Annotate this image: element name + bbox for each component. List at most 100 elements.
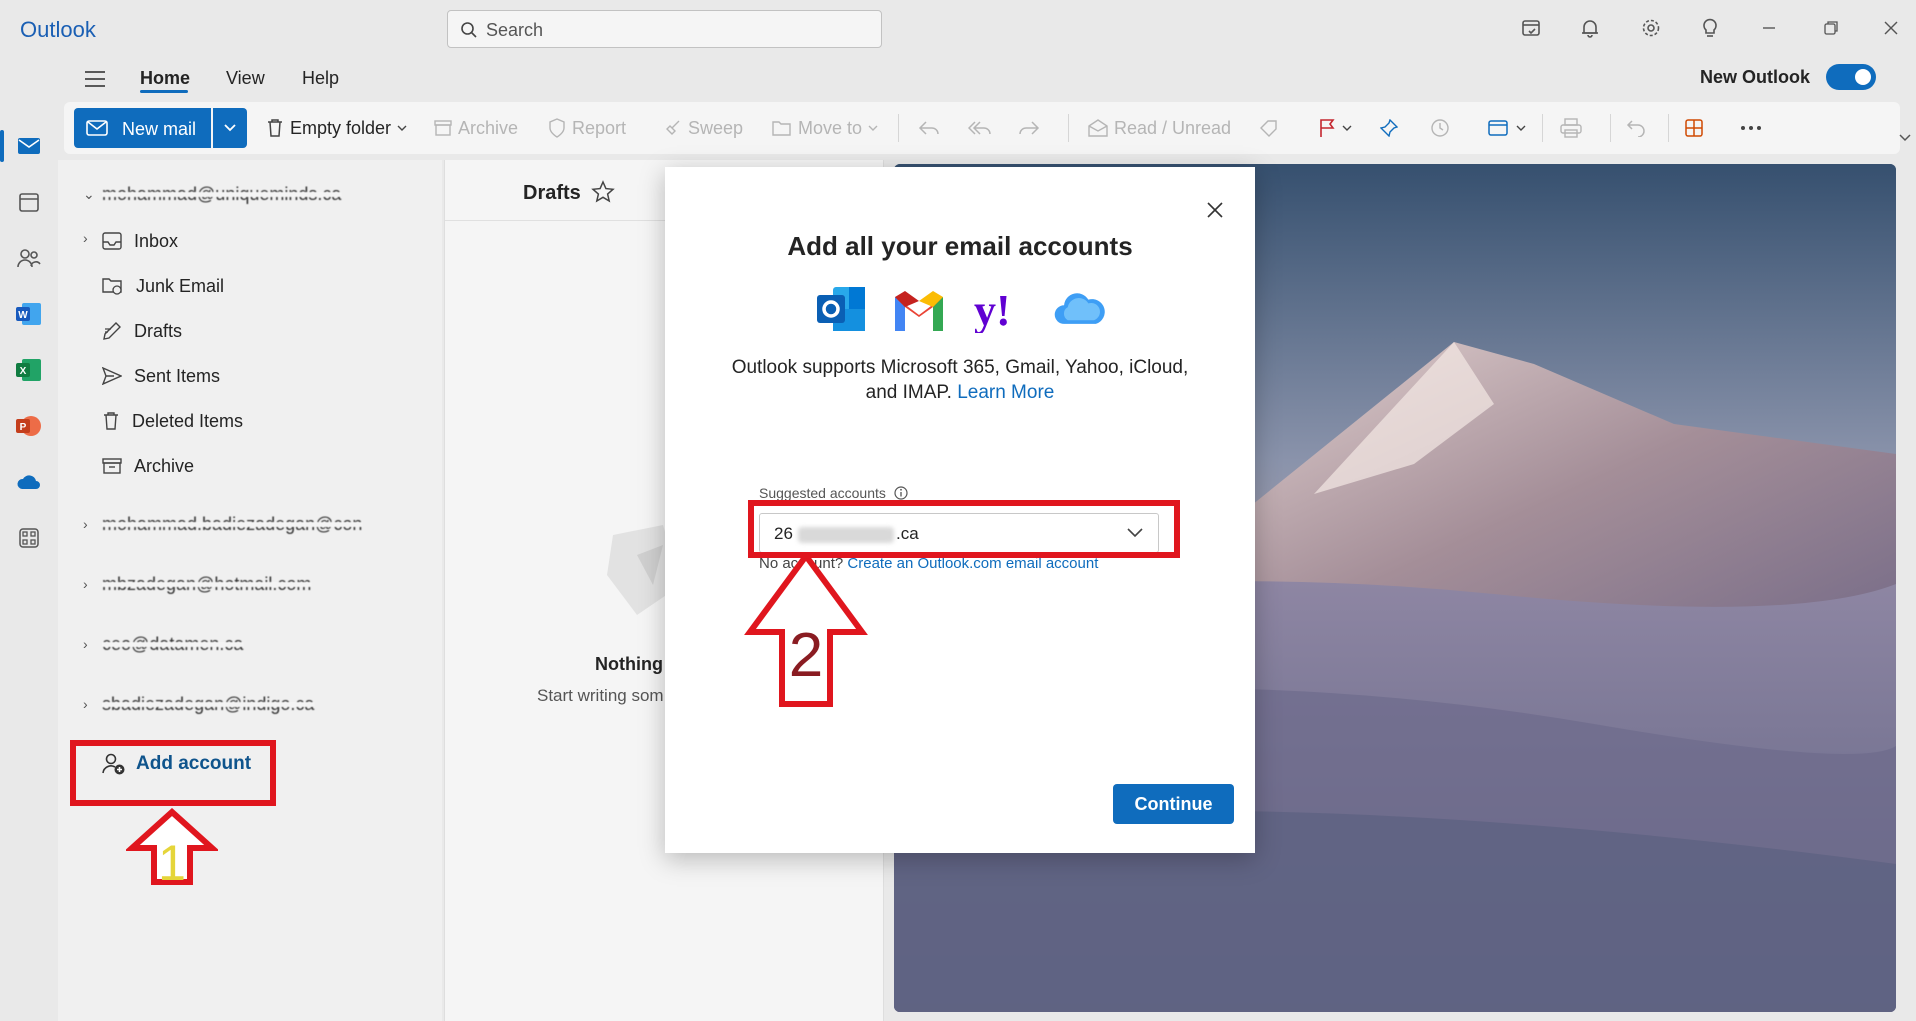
dialog-description: Outlook supports Microsoft 365, Gmail, Y… bbox=[725, 355, 1195, 405]
folder-archive[interactable]: Archive bbox=[102, 454, 194, 478]
account-name[interactable]: mbzadegan@hotmail.com bbox=[102, 574, 311, 595]
chevron-right-icon[interactable]: › bbox=[83, 696, 88, 712]
flag-icon[interactable] bbox=[1318, 116, 1352, 140]
learn-more-link[interactable]: Learn More bbox=[957, 382, 1054, 403]
reply-all-icon[interactable] bbox=[968, 116, 992, 140]
account-name[interactable]: ceo@datamen.ca bbox=[102, 634, 243, 655]
app-name: Outlook bbox=[20, 17, 96, 42]
calendar-icon[interactable] bbox=[12, 185, 46, 219]
powerpoint-icon[interactable]: P bbox=[12, 409, 46, 443]
bell-icon[interactable] bbox=[1577, 15, 1603, 41]
new-mail-button[interactable]: New mail bbox=[74, 108, 211, 148]
apps-icon[interactable] bbox=[12, 521, 46, 555]
new-mail-dropdown[interactable] bbox=[213, 108, 247, 148]
outlook-logo-icon bbox=[813, 281, 869, 337]
addins-icon[interactable] bbox=[1684, 116, 1704, 140]
info-icon[interactable] bbox=[894, 486, 908, 500]
chevron-down-icon[interactable]: ⌄ bbox=[83, 186, 95, 203]
more-options-icon[interactable] bbox=[1740, 116, 1762, 140]
hamburger-menu-icon[interactable] bbox=[84, 70, 106, 93]
tab-home[interactable]: Home bbox=[140, 68, 190, 89]
svg-text:y!: y! bbox=[974, 286, 1011, 333]
folder-drafts[interactable]: Drafts bbox=[102, 319, 182, 343]
account-name[interactable]: mohammad.badiezadegan@con bbox=[102, 514, 362, 535]
empty-folder-button[interactable]: Empty folder bbox=[266, 116, 407, 140]
lightbulb-icon[interactable] bbox=[1697, 15, 1723, 41]
onedrive-icon[interactable] bbox=[12, 465, 46, 499]
folder-inbox[interactable]: Inbox bbox=[102, 229, 178, 253]
print-icon[interactable] bbox=[1560, 116, 1582, 140]
my-day-icon[interactable] bbox=[1518, 15, 1544, 41]
forward-icon[interactable] bbox=[1018, 116, 1040, 140]
move-to-button[interactable]: Move to bbox=[772, 116, 878, 140]
active-tab-indicator bbox=[140, 90, 188, 93]
envelope-open-icon bbox=[1088, 119, 1108, 137]
chevron-down-icon bbox=[1342, 125, 1352, 131]
svg-text:X: X bbox=[20, 366, 27, 377]
undo-icon[interactable] bbox=[1626, 116, 1646, 140]
chevron-right-icon[interactable]: › bbox=[83, 636, 88, 652]
close-icon[interactable] bbox=[1878, 15, 1904, 41]
snooze-clock-icon[interactable] bbox=[1430, 116, 1450, 140]
report-button[interactable]: Report bbox=[548, 116, 626, 140]
folder-sent-items[interactable]: Sent Items bbox=[102, 364, 220, 388]
ribbon-separator bbox=[898, 114, 899, 142]
folder-label: Archive bbox=[134, 455, 195, 476]
chevron-right-icon[interactable]: › bbox=[83, 576, 88, 592]
svg-text:P: P bbox=[20, 422, 27, 433]
account-name[interactable]: mohammad@uniqueminds.ca bbox=[102, 184, 341, 205]
ribbon-expand-chevron-icon[interactable] bbox=[1898, 130, 1912, 148]
continue-button[interactable]: Continue bbox=[1113, 784, 1234, 824]
folder-junk-email[interactable]: Junk Email bbox=[102, 274, 224, 298]
new-outlook-toggle[interactable] bbox=[1826, 64, 1876, 90]
provider-logos: y! bbox=[813, 281, 1113, 337]
annotation-arrow-1: 1 bbox=[126, 808, 218, 886]
annotation-arrow-2: 2 bbox=[744, 552, 868, 707]
move-to-label: Move to bbox=[798, 117, 863, 138]
restore-icon[interactable] bbox=[1818, 15, 1844, 41]
inbox-icon bbox=[102, 232, 122, 250]
ribbon-separator bbox=[1542, 114, 1543, 142]
mail-icon[interactable] bbox=[12, 129, 46, 163]
send-icon bbox=[102, 367, 122, 385]
folder-label: Sent Items bbox=[134, 365, 221, 386]
folder-deleted-items[interactable]: Deleted Items bbox=[102, 409, 243, 433]
people-icon[interactable] bbox=[12, 241, 46, 275]
gear-icon[interactable] bbox=[1638, 15, 1664, 41]
reply-icon[interactable] bbox=[918, 116, 940, 140]
suggested-accounts-label: Suggested accounts bbox=[759, 485, 908, 501]
tab-help[interactable]: Help bbox=[302, 68, 339, 89]
pin-icon[interactable] bbox=[1380, 116, 1398, 140]
yahoo-logo-icon: y! bbox=[971, 281, 1027, 337]
excel-icon[interactable]: X bbox=[12, 353, 46, 387]
new-mail-label: New mail bbox=[122, 119, 197, 139]
shield-icon bbox=[549, 118, 565, 138]
ribbon-tabs: Home View Help bbox=[58, 58, 1916, 102]
close-icon[interactable] bbox=[1202, 197, 1228, 223]
folder-label: Deleted Items bbox=[132, 410, 244, 431]
empty-folder-label: Empty folder bbox=[290, 117, 392, 138]
rules-icon[interactable] bbox=[1488, 116, 1526, 140]
folder-label: Junk Email bbox=[136, 275, 225, 296]
chevron-right-icon[interactable]: › bbox=[83, 230, 88, 246]
pencil-icon bbox=[103, 322, 121, 340]
new-outlook-label: New Outlook bbox=[1700, 67, 1811, 87]
tag-icon[interactable] bbox=[1260, 116, 1280, 140]
icloud-logo-icon bbox=[1051, 281, 1107, 337]
sweep-button[interactable]: Sweep bbox=[664, 116, 743, 140]
minimize-icon[interactable] bbox=[1756, 15, 1782, 41]
trash-icon bbox=[268, 119, 282, 137]
archive-button[interactable]: Archive bbox=[434, 116, 518, 140]
broom-icon bbox=[666, 120, 680, 135]
ribbon-separator bbox=[1068, 114, 1069, 142]
search-input[interactable]: Search bbox=[447, 10, 882, 48]
chevron-right-icon[interactable]: › bbox=[83, 516, 88, 532]
ribbon-separator bbox=[1610, 114, 1611, 142]
chevron-down-icon bbox=[397, 125, 407, 131]
tab-view[interactable]: View bbox=[226, 68, 265, 89]
word-icon[interactable]: W bbox=[12, 297, 46, 331]
account-name[interactable]: sbadiezadegan@indigo.ca bbox=[102, 694, 314, 715]
read-unread-button[interactable]: Read / Unread bbox=[1088, 116, 1231, 140]
search-icon bbox=[461, 22, 477, 38]
star-icon[interactable] bbox=[591, 180, 615, 209]
